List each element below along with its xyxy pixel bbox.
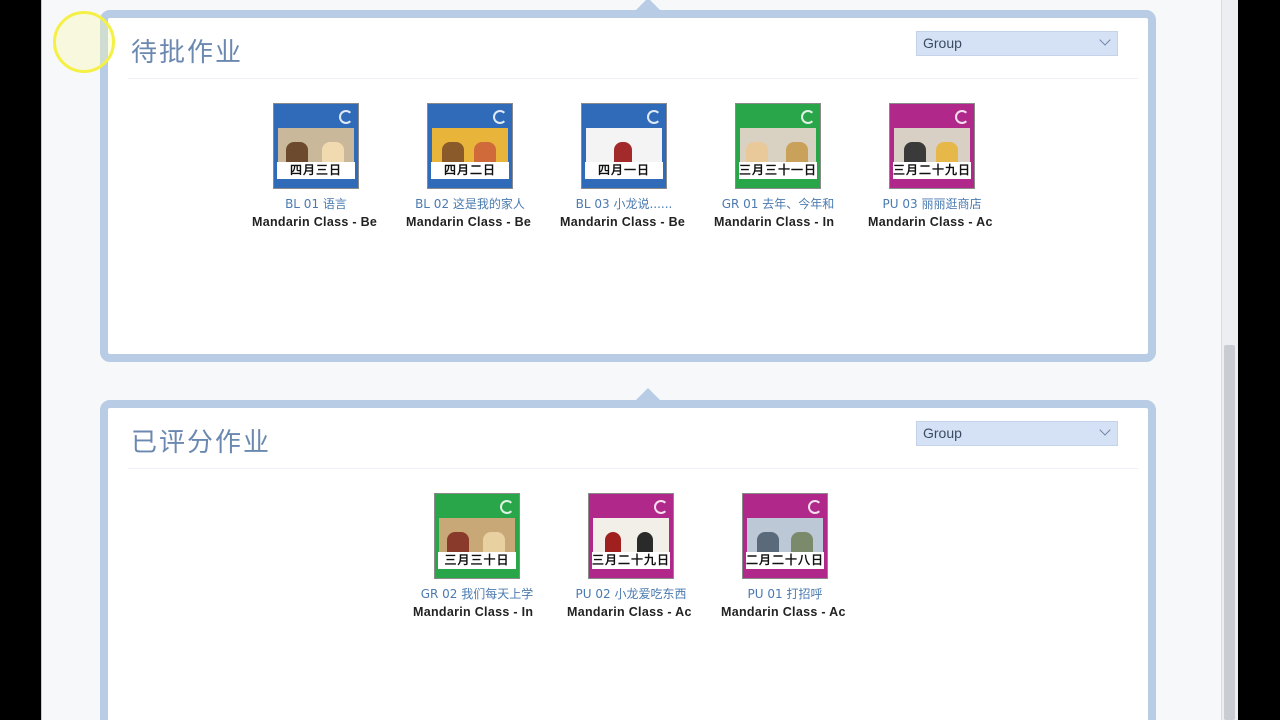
- assignment-title[interactable]: BL 01 语言: [251, 195, 381, 212]
- assignment-cover[interactable]: 三月三十日: [434, 493, 520, 579]
- assignment-cover[interactable]: 三月二十九日: [889, 103, 975, 189]
- scrollbar-thumb[interactable]: [1224, 345, 1235, 720]
- assignment-class: Mandarin Class - Be: [252, 215, 378, 229]
- assignment-date: 四月三日: [277, 162, 355, 179]
- assignment-item[interactable]: 四月二日 BL 02 这是我的家人 Mandarin Class - Be: [405, 103, 535, 229]
- logo-icon: [955, 110, 969, 124]
- assignment-cover[interactable]: 四月三日: [273, 103, 359, 189]
- chevron-down-icon: [1099, 34, 1111, 46]
- assignment-date: 三月三十一日: [739, 162, 818, 179]
- assignment-item[interactable]: 三月三十日 GR 02 我们每天上学 Mandarin Class - In: [412, 493, 542, 619]
- assignment-item[interactable]: 四月三日 BL 01 语言 Mandarin Class - Be: [251, 103, 381, 229]
- assignment-cover[interactable]: 三月二十九日: [588, 493, 674, 579]
- assignment-class: Mandarin Class - Ac: [721, 605, 846, 619]
- logo-icon: [339, 110, 353, 124]
- assignment-title[interactable]: BL 02 这是我的家人: [405, 195, 535, 212]
- assignment-title[interactable]: BL 03 小龙说......: [559, 195, 689, 212]
- assignment-class: Mandarin Class - Ac: [868, 215, 993, 229]
- graded-items: 三月三十日 GR 02 我们每天上学 Mandarin Class - In 三…: [108, 493, 1148, 633]
- assignment-item[interactable]: 三月二十九日 PU 03 丽丽逛商店 Mandarin Class - Ac: [867, 103, 997, 229]
- panel-notch: [636, 0, 660, 10]
- logo-icon: [500, 500, 514, 514]
- assignment-item[interactable]: 二月二十八日 PU 01 打招呼 Mandarin Class - Ac: [720, 493, 850, 619]
- graded-panel: 已评分作业 Group 三月三十日 GR 02 我们每天上学 Mandarin: [100, 388, 1156, 720]
- logo-icon: [808, 500, 822, 514]
- cursor-highlight: [53, 11, 115, 73]
- logo-icon: [654, 500, 668, 514]
- assignment-class: Mandarin Class - Ac: [567, 605, 692, 619]
- divider: [128, 78, 1138, 79]
- assignment-date: 四月二日: [431, 162, 509, 179]
- vertical-scrollbar[interactable]: [1221, 0, 1238, 720]
- assignment-class: Mandarin Class - In: [413, 605, 534, 619]
- assignment-title[interactable]: GR 02 我们每天上学: [412, 585, 542, 602]
- assignment-cover[interactable]: 二月二十八日: [742, 493, 828, 579]
- assignment-cover[interactable]: 四月二日: [427, 103, 513, 189]
- logo-icon: [647, 110, 661, 124]
- divider: [128, 468, 1138, 469]
- assignment-cover[interactable]: 四月一日: [581, 103, 667, 189]
- assignment-date: 三月二十九日: [893, 162, 972, 179]
- assignment-date: 三月三十日: [438, 552, 516, 569]
- pending-title: 待批作业: [131, 38, 244, 68]
- group-select-label: Group: [923, 35, 962, 51]
- assignment-class: Mandarin Class - Be: [406, 215, 532, 229]
- assignment-cover[interactable]: 三月三十一日: [735, 103, 821, 189]
- group-select-label: Group: [923, 425, 962, 441]
- graded-title: 已评分作业: [131, 428, 272, 458]
- assignment-title[interactable]: PU 02 小龙爱吃东西: [566, 585, 696, 602]
- logo-icon: [493, 110, 507, 124]
- assignment-class: Mandarin Class - In: [714, 215, 835, 229]
- panel-notch: [636, 388, 660, 400]
- page: 待批作业 Group 四月三日 BL 01 语言 Mandarin Class: [41, 0, 1238, 720]
- assignment-date: 四月一日: [585, 162, 663, 179]
- assignment-item[interactable]: 四月一日 BL 03 小龙说...... Mandarin Class - Be: [559, 103, 689, 229]
- pending-items: 四月三日 BL 01 语言 Mandarin Class - Be 四月二日 B…: [108, 103, 1148, 243]
- assignment-title[interactable]: PU 01 打招呼: [720, 585, 850, 602]
- logo-icon: [801, 110, 815, 124]
- assignment-date: 三月二十九日: [592, 552, 671, 569]
- assignment-date: 二月二十八日: [746, 552, 825, 569]
- pending-panel: 待批作业 Group 四月三日 BL 01 语言 Mandarin Class: [100, 0, 1156, 362]
- graded-group-select[interactable]: Group: [916, 421, 1118, 446]
- assignment-title[interactable]: PU 03 丽丽逛商店: [867, 195, 997, 212]
- chevron-down-icon: [1099, 424, 1111, 436]
- assignment-item[interactable]: 三月二十九日 PU 02 小龙爱吃东西 Mandarin Class - Ac: [566, 493, 696, 619]
- pending-group-select[interactable]: Group: [916, 31, 1118, 56]
- assignment-title[interactable]: GR 01 去年、今年和: [713, 195, 843, 212]
- assignment-item[interactable]: 三月三十一日 GR 01 去年、今年和 Mandarin Class - In: [713, 103, 843, 229]
- assignment-class: Mandarin Class - Be: [560, 215, 686, 229]
